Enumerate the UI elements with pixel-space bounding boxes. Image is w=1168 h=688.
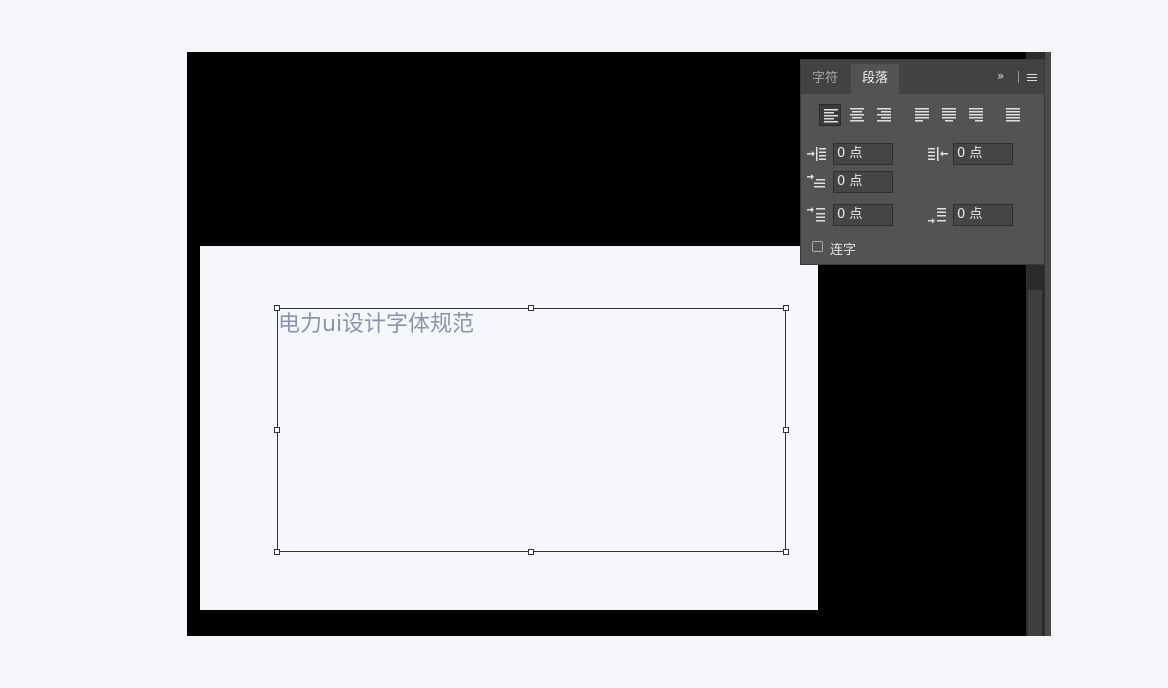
space-after-icon: [928, 208, 946, 224]
space-after-field[interactable]: 0 点: [953, 204, 1013, 226]
space-before-field[interactable]: 0 点: [833, 204, 893, 226]
text-bounding-box[interactable]: [277, 308, 786, 552]
handle-top-left[interactable]: [274, 305, 280, 311]
handle-bottom-center[interactable]: [528, 549, 534, 555]
justify-last-right-icon: [969, 108, 983, 122]
panel-tab-bar: 字符 段落 »: [801, 60, 1044, 94]
space-before-icon: [807, 207, 825, 222]
first-line-indent-field[interactable]: 0 点: [833, 171, 893, 193]
left-indent-icon: [807, 147, 826, 161]
handle-bottom-right[interactable]: [783, 549, 789, 555]
justify-last-left-button[interactable]: [911, 104, 933, 126]
justify-last-center-button[interactable]: [938, 104, 960, 126]
scrollbar-edge: [1045, 52, 1051, 636]
align-left-icon: [824, 109, 838, 123]
divider: [1018, 71, 1019, 83]
panel-menu-icon[interactable]: [1027, 74, 1037, 83]
hyphenate-checkbox[interactable]: [812, 241, 823, 252]
first-line-indent-icon: [807, 174, 825, 188]
align-right-icon: [877, 108, 891, 122]
justify-all-button[interactable]: [1002, 104, 1024, 126]
hyphenate-label: 连字: [830, 243, 857, 258]
tab-paragraph[interactable]: 段落: [851, 64, 899, 94]
justify-last-left-icon: [915, 108, 929, 122]
collapse-panel-icon[interactable]: »: [997, 69, 1004, 83]
justify-last-center-icon: [942, 108, 956, 122]
handle-top-right[interactable]: [783, 305, 789, 311]
align-right-button[interactable]: [873, 104, 895, 126]
handle-top-center[interactable]: [528, 305, 534, 311]
align-center-button[interactable]: [846, 104, 868, 126]
align-center-icon: [850, 108, 864, 122]
justify-last-right-button[interactable]: [965, 104, 987, 126]
align-left-button[interactable]: [819, 104, 841, 126]
right-indent-icon: [928, 147, 948, 161]
handle-middle-left[interactable]: [274, 427, 280, 433]
justify-all-icon: [1006, 108, 1020, 122]
left-indent-field[interactable]: 0 点: [833, 143, 893, 165]
scrollbar-thumb[interactable]: [1028, 290, 1042, 636]
handle-bottom-left[interactable]: [274, 549, 280, 555]
tab-character[interactable]: 字符: [801, 64, 849, 94]
handle-middle-right[interactable]: [783, 427, 789, 433]
right-indent-field[interactable]: 0 点: [953, 143, 1013, 165]
